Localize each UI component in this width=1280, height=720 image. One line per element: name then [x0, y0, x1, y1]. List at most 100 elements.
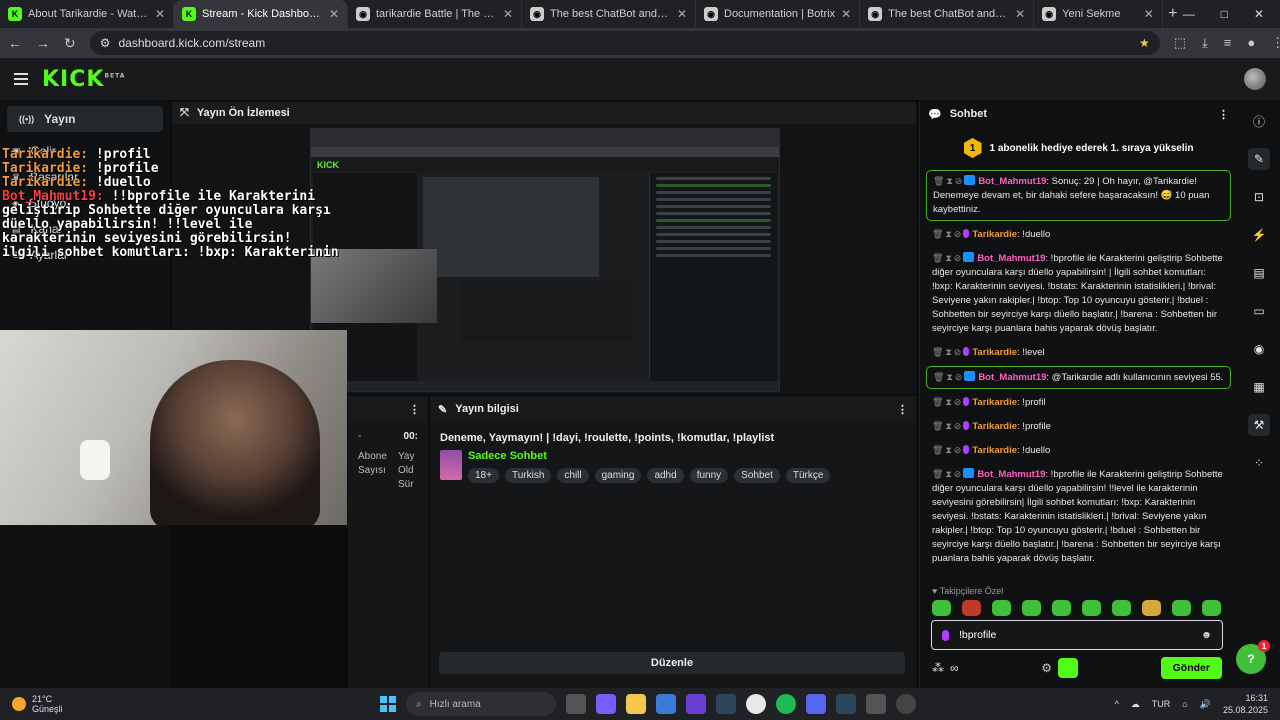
chat-username[interactable]: Bot_Mahmut19 — [977, 253, 1045, 264]
clock[interactable]: 16:31 25.08.2025 — [1223, 692, 1268, 716]
chat-input-value[interactable]: !bprofile — [959, 629, 996, 641]
trash-icon[interactable]: 🗑 — [932, 229, 943, 239]
download-icon[interactable]: ⤓ — [1202, 35, 1208, 51]
new-tab-button[interactable]: + — [1163, 5, 1183, 23]
ban-icon[interactable]: ⊘ — [954, 229, 962, 239]
emote-icon[interactable] — [1052, 600, 1071, 616]
steam-icon[interactable] — [716, 694, 736, 714]
emote-icon[interactable] — [1082, 600, 1101, 616]
tag-chip[interactable]: adhd — [647, 468, 684, 483]
tag-chip[interactable]: Turkish — [504, 468, 552, 483]
media-icon[interactable]: ≡ — [1224, 35, 1232, 51]
tab-close-icon[interactable]: ✕ — [1015, 7, 1025, 21]
weather-widget[interactable]: 21°C Güneşli — [0, 694, 63, 714]
task-view-icon[interactable] — [566, 694, 586, 714]
timeout-icon[interactable]: ⧗ — [945, 421, 951, 431]
back-icon[interactable]: ← — [8, 35, 22, 51]
chat-message[interactable]: 🗑 ⧗ ⊘ Tarikardie: !profile — [926, 416, 1231, 437]
chat-bubble-icon[interactable]: ▭ — [1248, 300, 1270, 322]
emote-icon[interactable] — [932, 600, 951, 616]
browser-tab[interactable]: K About Tarikardie - Watch Live o ✕ — [0, 0, 174, 28]
reload-icon[interactable]: ↻ — [64, 35, 76, 52]
profile-icon[interactable]: ● — [1247, 35, 1255, 51]
bot-icon[interactable] — [1057, 658, 1078, 678]
timeout-icon[interactable]: ⧗ — [945, 445, 951, 455]
apps-icon[interactable]: ⁘ — [1248, 452, 1270, 474]
emote-icon[interactable] — [992, 600, 1011, 616]
forward-icon[interactable]: → — [36, 35, 50, 51]
ban-icon[interactable]: ⊘ — [954, 347, 962, 357]
emote-icon[interactable] — [1142, 600, 1161, 616]
store-icon[interactable] — [656, 694, 676, 714]
chat-username[interactable]: Tarikardie — [972, 229, 1017, 240]
tag-chip[interactable]: Sohbet — [734, 468, 780, 483]
close-window-icon[interactable]: ✕ — [1254, 7, 1264, 21]
cloud-icon[interactable]: ☁ — [1131, 699, 1140, 710]
menu-icon[interactable]: ⋮ — [1271, 35, 1280, 51]
edit-icon[interactable]: ✎ — [1248, 148, 1270, 170]
notes-icon[interactable] — [866, 694, 886, 714]
chat-message[interactable]: 🗑 ⧗ ⊘ Tarikardie: !duello — [926, 224, 1231, 245]
emote-icon[interactable] — [1202, 600, 1221, 616]
trash-icon[interactable]: 🗑 — [933, 176, 944, 186]
ban-icon[interactable]: ⊘ — [954, 445, 962, 455]
trash-icon[interactable]: 🗑 — [932, 397, 943, 407]
tag-chip[interactable]: chill — [557, 468, 589, 483]
ban-icon[interactable]: ⊘ — [954, 469, 962, 479]
file-explorer-icon[interactable] — [626, 694, 646, 714]
taskbar-search[interactable]: ⌕ Hızlı arama — [406, 692, 556, 716]
tab-close-icon[interactable]: ✕ — [677, 7, 687, 21]
category-thumbnail[interactable] — [440, 450, 462, 480]
chat-username[interactable]: Bot_Mahmut19 — [977, 469, 1045, 480]
points-icon[interactable]: ⁂ — [932, 661, 944, 675]
chat-input[interactable]: !bprofile ☻ — [931, 620, 1223, 650]
trash-icon[interactable]: 🗑 — [932, 445, 943, 455]
preview-video[interactable]: KICK — [310, 128, 780, 392]
chat-menu-icon[interactable]: ⋮ — [1218, 108, 1229, 121]
ban-icon[interactable]: ⊘ — [955, 176, 963, 186]
emote-icon[interactable] — [1022, 600, 1041, 616]
edit-button[interactable]: Düzenle — [439, 652, 905, 674]
browser-tab[interactable]: ◉ The best ChatBot and Widgets ✕ — [522, 0, 696, 28]
ban-icon[interactable]: ⊘ — [954, 397, 962, 407]
trash-icon[interactable]: 🗑 — [932, 347, 943, 357]
stream-info-menu-icon[interactable]: ⋮ — [897, 403, 908, 416]
trash-icon[interactable]: 🗑 — [932, 469, 943, 479]
emote-icon[interactable] — [1172, 600, 1191, 616]
hamburger-menu-icon[interactable] — [14, 73, 28, 85]
chat-message[interactable]: 🗑 ⧗ ⊘ Tarikardie: !level — [926, 342, 1231, 363]
trash-icon[interactable]: 🗑 — [932, 421, 943, 431]
info-icon[interactable]: ⓘ — [1248, 110, 1270, 132]
browser-tab[interactable]: ◉ Yeni Sekme ✕ — [1034, 0, 1163, 28]
tab-close-icon[interactable]: ✕ — [155, 7, 165, 21]
tab-close-icon[interactable]: ✕ — [329, 7, 339, 21]
chat-message[interactable]: 🗑 ⧗ ⊘ Tarikardie: !duello — [926, 440, 1231, 461]
language-indicator[interactable]: TUR — [1152, 699, 1171, 709]
timeout-icon[interactable]: ⧗ — [946, 372, 952, 382]
broadcast-signal-icon[interactable]: ◉ — [1248, 338, 1270, 360]
browser-tab[interactable]: ◉ tarikardie Battle | The best Chat ✕ — [348, 0, 522, 28]
lightning-icon[interactable]: ⚡ — [1248, 224, 1270, 246]
url-field[interactable]: ⚙ dashboard.kick.com/stream ★ — [89, 31, 1160, 55]
tag-chip[interactable]: 18+ — [468, 468, 499, 483]
chat-message[interactable]: 🗑 ⧗ ⊘ Bot_Mahmut19: !bprofile ile Karakteri… — [926, 248, 1231, 339]
tag-chip[interactable]: funny — [689, 468, 729, 483]
network-icon[interactable]: ⌂ — [1182, 699, 1187, 709]
discord-icon[interactable] — [806, 694, 826, 714]
tag-chip[interactable]: gaming — [594, 468, 642, 483]
chat-settings-icon[interactable]: ⚙ — [1041, 661, 1052, 675]
chat-username[interactable]: Bot_Mahmut19 — [978, 372, 1046, 383]
help-button[interactable]: ? 1 — [1236, 640, 1270, 674]
obs-icon[interactable] — [896, 694, 916, 714]
ban-icon[interactable]: ⊘ — [955, 372, 963, 382]
tab-close-icon[interactable]: ✕ — [1144, 7, 1154, 21]
chrome-icon[interactable] — [746, 694, 766, 714]
layout-icon[interactable]: ▦ — [1248, 376, 1270, 398]
chat-message[interactable]: 🗑 ⧗ ⊘ Bot_Mahmut19: @Tarikardie adlı kullan… — [926, 366, 1231, 389]
wrench-icon[interactable]: ⚒ — [1248, 414, 1270, 436]
browser-tab[interactable]: K Stream - Kick Dashboard ✕ — [174, 0, 348, 28]
clip-icon[interactable]: ⊡ — [1248, 186, 1270, 208]
timeout-icon[interactable]: ⧗ — [945, 469, 951, 479]
copilot-icon[interactable] — [596, 694, 616, 714]
chat-username[interactable]: Bot_Mahmut19 — [978, 176, 1046, 187]
